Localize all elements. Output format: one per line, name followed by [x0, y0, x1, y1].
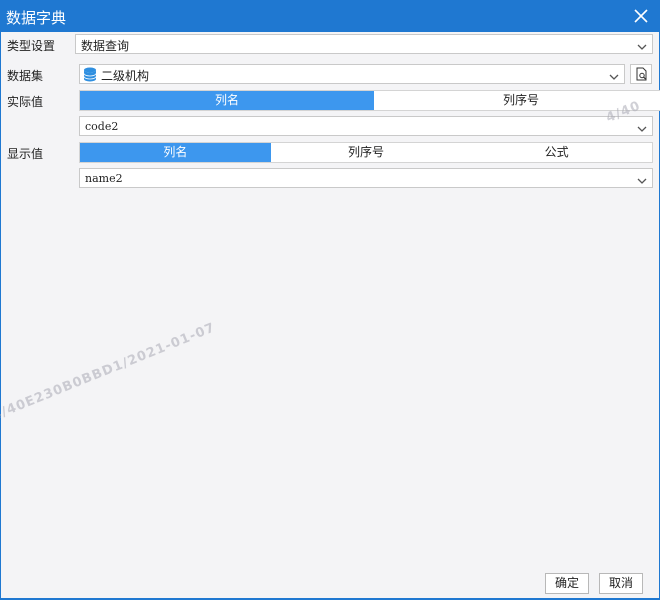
- display-tab-column-index[interactable]: 列序号: [271, 143, 462, 162]
- dataset-select[interactable]: 二级机构: [79, 64, 625, 84]
- preview-icon: [631, 67, 651, 86]
- chevron-down-icon: [637, 122, 647, 132]
- type-setting-select[interactable]: 数据查询: [75, 34, 653, 54]
- actual-column-select[interactable]: code2: [79, 116, 653, 136]
- database-icon: [83, 67, 97, 82]
- dataset-value: 二级机构: [101, 69, 150, 83]
- dataset-preview-button[interactable]: [630, 64, 652, 84]
- actual-value-label: 实际值: [7, 95, 44, 109]
- dialog-title-bar: 数据字典: [0, 0, 660, 32]
- chevron-down-icon: [637, 40, 647, 50]
- close-icon[interactable]: [630, 5, 652, 27]
- type-setting-label: 类型设置: [7, 39, 56, 53]
- type-setting-value: 数据查询: [81, 39, 130, 53]
- ok-button[interactable]: 确定: [545, 573, 589, 594]
- display-value-tabs: 列名 列序号 公式: [79, 142, 653, 163]
- actual-value-tabs: 列名 列序号: [79, 90, 660, 111]
- display-tab-formula[interactable]: 公式: [461, 143, 652, 162]
- display-tab-column-name[interactable]: 列名: [80, 143, 271, 162]
- display-column-select[interactable]: name2: [79, 168, 653, 188]
- watermark: 4/40E230B0BBD1/2021-01-07: [0, 320, 218, 424]
- actual-column-value: code2: [85, 120, 119, 133]
- dialog-border-left: [0, 32, 1, 600]
- display-column-value: name2: [85, 172, 123, 185]
- actual-tab-column-name[interactable]: 列名: [80, 91, 374, 110]
- dialog-title: 数据字典: [6, 9, 67, 27]
- dataset-label: 数据集: [7, 69, 44, 83]
- chevron-down-icon: [637, 174, 647, 184]
- display-value-label: 显示值: [7, 147, 44, 161]
- cancel-button[interactable]: 取消: [599, 573, 643, 594]
- chevron-down-icon: [609, 70, 619, 80]
